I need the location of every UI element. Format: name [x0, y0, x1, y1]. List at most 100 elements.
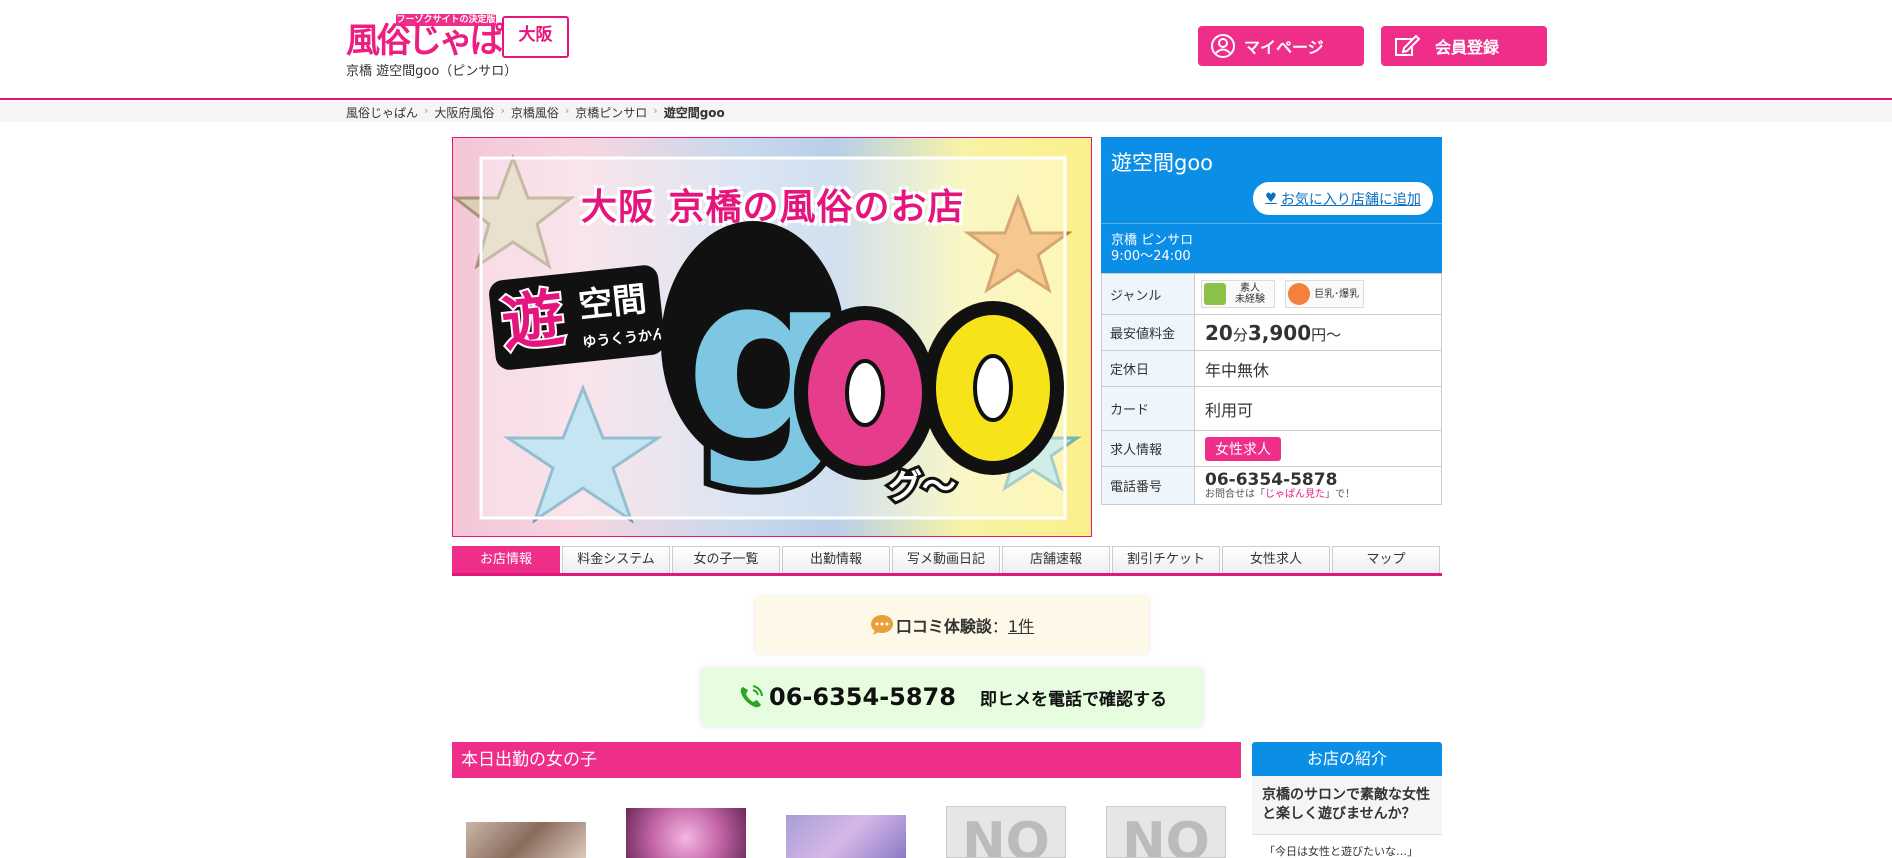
- phone-note-pre: お問合せは「: [1205, 488, 1265, 500]
- phone-note-post: 」で！: [1325, 488, 1355, 500]
- card-label: カード: [1101, 386, 1195, 431]
- info-row-genre: ジャンル 素人 未経験 巨乳･爆乳: [1101, 273, 1442, 315]
- logo-kana: グ〜: [888, 467, 956, 507]
- phone-note-keyword: じゃぱん見た: [1265, 488, 1325, 500]
- recruit-value: 女性求人: [1194, 430, 1442, 467]
- price-label: 最安値料金: [1101, 314, 1195, 351]
- breadcrumb: 風俗じゃぱん › 大阪府風俗 › 京橋風俗 › 京橋ピンサロ › 遊空間goo: [346, 104, 725, 121]
- breadcrumb-link-genre[interactable]: 京橋ピンサロ: [575, 104, 647, 121]
- holiday-label: 定休日: [1101, 350, 1195, 387]
- tab-discount-ticket[interactable]: 割引チケット: [1112, 546, 1220, 573]
- shop-info-table: ジャンル 素人 未経験 巨乳･爆乳 最安値料金 20分3,900円〜 定休日 年…: [1101, 273, 1442, 505]
- breadcrumb-link-prefecture[interactable]: 大阪府風俗: [434, 104, 494, 121]
- mypage-button[interactable]: マイページ: [1198, 26, 1364, 66]
- speech-bubble-icon: [870, 615, 893, 635]
- tab-map[interactable]: マップ: [1332, 546, 1440, 573]
- phone-label: 電話番号: [1101, 466, 1195, 505]
- mypage-label: マイページ: [1244, 38, 1324, 57]
- genre-value: 素人 未経験 巨乳･爆乳: [1194, 273, 1442, 315]
- price-amount: 3,900: [1247, 320, 1312, 345]
- beginner-leaf-icon: [1204, 283, 1226, 305]
- review-box[interactable]: 口コミ体験談 ： 1件: [755, 596, 1149, 654]
- info-row-recruit: 求人情報 女性求人: [1101, 430, 1442, 467]
- logo-kanji-kukan: 空間: [577, 279, 649, 326]
- girl-thumbnail-noimage[interactable]: NO: [1106, 806, 1226, 858]
- review-label: 口コミ体験談: [895, 617, 992, 636]
- genre-label: ジャンル: [1101, 273, 1195, 315]
- breadcrumb-link-home[interactable]: 風俗じゃぱん: [346, 104, 418, 121]
- site-logo[interactable]: フーゾクサイトの決定版 風俗じゃぱん!: [346, 14, 548, 60]
- girl-thumbnail-noimage[interactable]: NO: [946, 806, 1066, 858]
- page-subtitle: 京橋 遊空間goo（ピンサロ）: [346, 64, 518, 79]
- chevron-right-icon: ›: [500, 104, 505, 117]
- genre-chip-amateur-label: 素人 未経験: [1235, 283, 1265, 305]
- shop-info-header: 遊空間goo ♥ お気に入り店舗に追加 京橋 ピンサロ 9:00〜24:00: [1101, 137, 1442, 273]
- tab-photo-diary[interactable]: 写メ動画日記: [892, 546, 1000, 573]
- tab-shop-info[interactable]: お店情報: [452, 546, 560, 573]
- register-button[interactable]: 会員登録: [1381, 26, 1547, 66]
- review-count-link[interactable]: 1件: [1008, 613, 1034, 637]
- shop-nav-tabs: お店情報 料金システム 女の子一覧 出勤情報 写メ動画日記 店舗速報 割引チケッ…: [452, 546, 1442, 576]
- tab-price-system[interactable]: 料金システム: [562, 546, 670, 573]
- card-value: 利用可: [1194, 386, 1442, 431]
- breadcrumb-bar: [0, 102, 1892, 122]
- price-minutes-unit: 分: [1232, 325, 1248, 344]
- price-unit: 円〜: [1311, 325, 1342, 344]
- genre-chip-amateur[interactable]: 素人 未経験: [1201, 280, 1275, 308]
- breadcrumb-current: 遊空間goo: [663, 106, 725, 120]
- shop-intro-heading: お店の紹介: [1252, 742, 1442, 776]
- site-header: フーゾクサイトの決定版 風俗じゃぱん! 大阪 京橋 遊空間goo（ピンサロ） マ…: [0, 0, 1892, 100]
- price-minutes: 20: [1205, 320, 1233, 345]
- tab-girls-list[interactable]: 女の子一覧: [672, 546, 780, 573]
- phone-icon: [740, 685, 764, 708]
- logo-kanji-yu: 遊: [498, 281, 567, 360]
- breadcrumb-link-area[interactable]: 京橋風俗: [511, 104, 559, 121]
- today-girls-heading: 本日出勤の女の子: [452, 742, 1241, 778]
- chevron-right-icon: ›: [424, 104, 429, 117]
- chevron-right-icon: ›: [653, 104, 658, 117]
- info-row-phone: 電話番号 06-6354-5878 お問合せは「じゃぱん見た」で！: [1101, 466, 1442, 505]
- shop-area-genre: 京橋 ピンサロ: [1111, 233, 1194, 248]
- user-icon: [1211, 34, 1235, 58]
- info-row-holiday: 定休日 年中無休: [1101, 350, 1442, 387]
- tab-news[interactable]: 店舗速報: [1002, 546, 1110, 573]
- phone-note: お問合せは「じゃぱん見た」で！: [1205, 489, 1441, 501]
- shop-banner-image: 大阪 京橋の風俗のお店 遊 空間 ゆうくうかん g グ〜: [452, 137, 1092, 537]
- girl-thumbnail[interactable]: [626, 808, 746, 858]
- heart-icon: ♥: [1265, 191, 1277, 206]
- shop-intro-body: 京橋のサロンで素敵な女性と楽しく遊びませんか？ 「今日は女性と遊びたいな…」: [1252, 776, 1442, 858]
- shop-info-panel: 遊空間goo ♥ お気に入り店舗に追加 京橋 ピンサロ 9:00〜24:00 ジ…: [1101, 137, 1442, 505]
- pencil-icon: [1395, 34, 1421, 56]
- holiday-value: 年中無休: [1194, 350, 1442, 387]
- genre-chip-busty-label: 巨乳･爆乳: [1314, 288, 1360, 300]
- add-favorite-label: お気に入り店舗に追加: [1280, 191, 1421, 208]
- noimage-text: NO: [962, 812, 1050, 858]
- phone-cta[interactable]: 06-6354-5878 即ヒメを電話で確認する: [701, 668, 1203, 726]
- girl-thumbnail[interactable]: [786, 815, 906, 858]
- chevron-right-icon: ›: [564, 104, 570, 117]
- info-row-card: カード 利用可: [1101, 386, 1442, 431]
- shop-name: 遊空間goo: [1111, 151, 1214, 175]
- genre-chip-busty[interactable]: 巨乳･爆乳: [1285, 280, 1365, 308]
- register-label: 会員登録: [1435, 38, 1500, 57]
- divider: [1101, 223, 1442, 224]
- add-favorite-button[interactable]: ♥ お気に入り店舗に追加: [1253, 182, 1433, 215]
- phone-number[interactable]: 06-6354-5878: [1205, 471, 1441, 489]
- recruit-link[interactable]: 女性求人: [1205, 436, 1281, 461]
- recruit-label: 求人情報: [1101, 430, 1195, 467]
- info-row-price: 最安値料金 20分3,900円〜: [1101, 314, 1442, 351]
- shop-intro-quote: 「今日は女性と遊びたいな…」: [1252, 834, 1442, 858]
- region-badge[interactable]: 大阪: [502, 16, 569, 58]
- price-value: 20分3,900円〜: [1194, 314, 1442, 351]
- girl-thumbnail[interactable]: [466, 822, 586, 858]
- shop-intro-catch: 京橋のサロンで素敵な女性と楽しく遊びませんか？: [1262, 787, 1430, 822]
- phone-value: 06-6354-5878 お問合せは「じゃぱん見た」で！: [1194, 466, 1442, 505]
- tab-recruit[interactable]: 女性求人: [1222, 546, 1330, 573]
- shop-logo-art: 遊 空間 ゆうくうかん g グ〜: [489, 219, 1064, 510]
- tab-schedule[interactable]: 出勤情報: [782, 546, 890, 573]
- phone-cta-message: 即ヒメを電話で確認する: [979, 689, 1167, 710]
- peach-icon: [1288, 283, 1311, 305]
- noimage-text: NO: [1122, 812, 1210, 858]
- shop-hours: 9:00〜24:00: [1111, 249, 1191, 264]
- review-colon: ：: [991, 617, 1008, 636]
